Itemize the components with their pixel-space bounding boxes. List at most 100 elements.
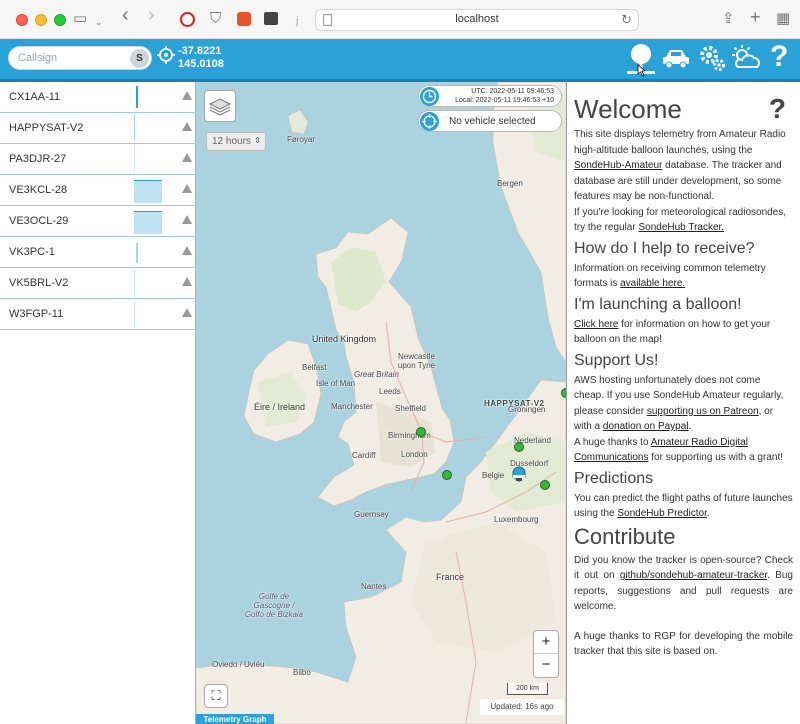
map-label: Oviedo / Uviéu <box>212 660 265 669</box>
map-label: Nantes <box>361 582 387 591</box>
callsign-search-input[interactable] <box>9 47 121 69</box>
payload-marker[interactable] <box>514 442 524 452</box>
map-label: Golfe de Gascogne / Golfo de Bizkaia <box>244 592 304 619</box>
updated-status: Updated: 16s ago <box>480 699 564 715</box>
car-icon[interactable] <box>662 47 690 69</box>
map-label: Føroyar <box>287 135 315 144</box>
payload-callsign: VK3PC-1 <box>9 246 55 258</box>
tab-overview-icon[interactable]: ▦ <box>776 10 790 28</box>
weather-icon[interactable] <box>730 45 762 71</box>
expand-triangle-icon[interactable] <box>182 153 192 162</box>
longitude: 145.0108 <box>178 58 224 70</box>
telemetry-graph-tab[interactable]: Telemetry Graph <box>196 714 274 724</box>
expand-triangle-icon[interactable] <box>182 184 192 193</box>
close-window-button[interactable] <box>16 14 28 26</box>
altitude-sparkline <box>134 211 162 234</box>
section-heading: Predictions <box>574 469 654 487</box>
map-label: Groningen <box>508 405 546 414</box>
altitude-sparkline <box>134 115 135 141</box>
chat-extension-icon[interactable] <box>264 12 278 25</box>
zoom-in-button[interactable]: + <box>534 631 558 654</box>
extension-icon[interactable] <box>237 12 251 26</box>
sondehub-tracker-link[interactable]: SondeHub Tracker. <box>638 222 724 233</box>
section-heading: Contribute <box>574 523 676 549</box>
expand-triangle-icon[interactable] <box>182 308 192 317</box>
panel-title: Welcome <box>574 94 682 124</box>
new-tab-icon[interactable]: + <box>750 8 761 26</box>
expand-triangle-icon[interactable] <box>182 91 192 100</box>
thanks-text: A huge thanks to RGP for developing the … <box>574 630 793 658</box>
time-range-select[interactable]: 12 hours ⇕ <box>206 132 266 151</box>
chevron-down-icon[interactable]: ⌄ <box>95 13 103 31</box>
share-icon[interactable]: ⇪ <box>722 10 735 28</box>
paypal-link[interactable]: donation on Paypal <box>603 421 689 432</box>
expand-triangle-icon[interactable] <box>182 215 192 224</box>
section-heading: I'm launching a balloon! <box>574 295 742 313</box>
map-label: London <box>401 450 428 459</box>
payload-marker[interactable] <box>540 480 550 490</box>
utc-time: UTC: 2022-05-11 09:46:53 <box>471 88 554 95</box>
contribute-text: Did you know the tracker is open-source?… <box>574 554 793 613</box>
expand-triangle-icon[interactable] <box>182 277 192 286</box>
payload-marker[interactable] <box>442 470 452 480</box>
zoom-window-button[interactable] <box>54 14 66 26</box>
callsign-search-button[interactable]: S <box>130 49 149 68</box>
payload-row[interactable]: HAPPYSAT-V2 <box>0 113 196 144</box>
forward-icon[interactable]: › <box>148 5 155 25</box>
altitude-sparkline <box>134 180 162 203</box>
zoom-out-button[interactable]: − <box>534 654 558 677</box>
select-arrows-icon: ⇕ <box>254 136 261 145</box>
altitude-sparkline <box>134 270 135 296</box>
intro-text: This site displays telemetry from Amateu… <box>574 129 787 233</box>
payload-row[interactable]: VE3OCL-29 <box>0 206 196 237</box>
layers-button[interactable] <box>204 90 236 122</box>
address-bar[interactable]: localhost ↻ <box>315 9 639 31</box>
clock-panel: UTC: 2022-05-11 09:46:53 Local: 2022-05-… <box>418 85 562 107</box>
expand-triangle-icon[interactable] <box>182 122 192 131</box>
ublock-extension-icon[interactable] <box>180 12 195 27</box>
fullscreen-button[interactable]: ⛶ <box>204 684 228 708</box>
payload-callsign: VE3OCL-29 <box>9 215 69 227</box>
payload-callsign: VE3KCL-28 <box>9 184 68 196</box>
shield-extension-icon[interactable]: ⛉ <box>210 10 221 28</box>
payload-row[interactable]: VE3KCL-28 <box>0 175 196 206</box>
payload-row[interactable]: PA3DJR-27 <box>0 144 196 175</box>
help-icon[interactable]: ? <box>769 93 786 125</box>
settings-gears-icon[interactable] <box>698 44 726 72</box>
minimize-window-button[interactable] <box>35 14 47 26</box>
compass-icon <box>420 112 439 131</box>
receive-text: Information on receiving common telemetr… <box>574 262 766 290</box>
payload-row[interactable]: W3FGP-11 <box>0 299 196 330</box>
map-label: Bergen <box>497 179 523 188</box>
script-extension-icon[interactable]: j <box>296 12 298 30</box>
payload-marker[interactable] <box>416 427 426 437</box>
altitude-sparkline <box>134 146 135 172</box>
payload-row[interactable]: CX1AA-11 <box>0 82 196 113</box>
vehicle-status: No vehicle selected <box>449 116 536 127</box>
balloon-icon[interactable] <box>512 466 526 482</box>
crosshair-icon[interactable] <box>157 46 175 64</box>
location-pin-icon[interactable] <box>624 41 658 79</box>
help-icon[interactable]: ? <box>770 39 788 75</box>
map-label: France <box>436 572 465 582</box>
expand-triangle-icon[interactable] <box>182 246 192 255</box>
section-heading: Support Us! <box>574 351 659 369</box>
github-link[interactable]: github/sondehub-amateur-tracker <box>620 570 767 581</box>
payload-row[interactable]: VK5BRL-V2 <box>0 268 196 299</box>
welcome-panel: ? Welcome This site displays telemetry f… <box>566 82 800 724</box>
map-label: Leeds <box>379 387 401 396</box>
back-icon[interactable]: ‹ <box>122 5 129 25</box>
vehicle-panel[interactable]: No vehicle selected <box>418 110 562 132</box>
map-view[interactable]: Føroyar Bergen United Kingdom Newcastle … <box>196 82 566 724</box>
sondehub-amateur-link[interactable]: SondeHub-Amateur <box>574 160 662 171</box>
reload-icon[interactable]: ↻ <box>621 12 632 28</box>
sidebar-toggle-icon[interactable]: ▭ <box>73 10 87 28</box>
predictor-link[interactable]: SondeHub Predictor <box>617 508 707 519</box>
payload-row[interactable]: VK3PC-1 <box>0 237 196 268</box>
launch-info-link[interactable]: Click here <box>574 319 618 330</box>
payload-list: CX1AA-11 HAPPYSAT-V2 PA3DJR-27 VE3KCL-28 VE3… <box>0 82 196 724</box>
map-label: Guernsey <box>354 510 389 519</box>
patreon-link[interactable]: supporting us on Patreon <box>647 406 759 417</box>
app-header: S -37.8221 145.0108 ? <box>0 39 800 79</box>
receive-info-link[interactable]: available here. <box>620 278 685 289</box>
